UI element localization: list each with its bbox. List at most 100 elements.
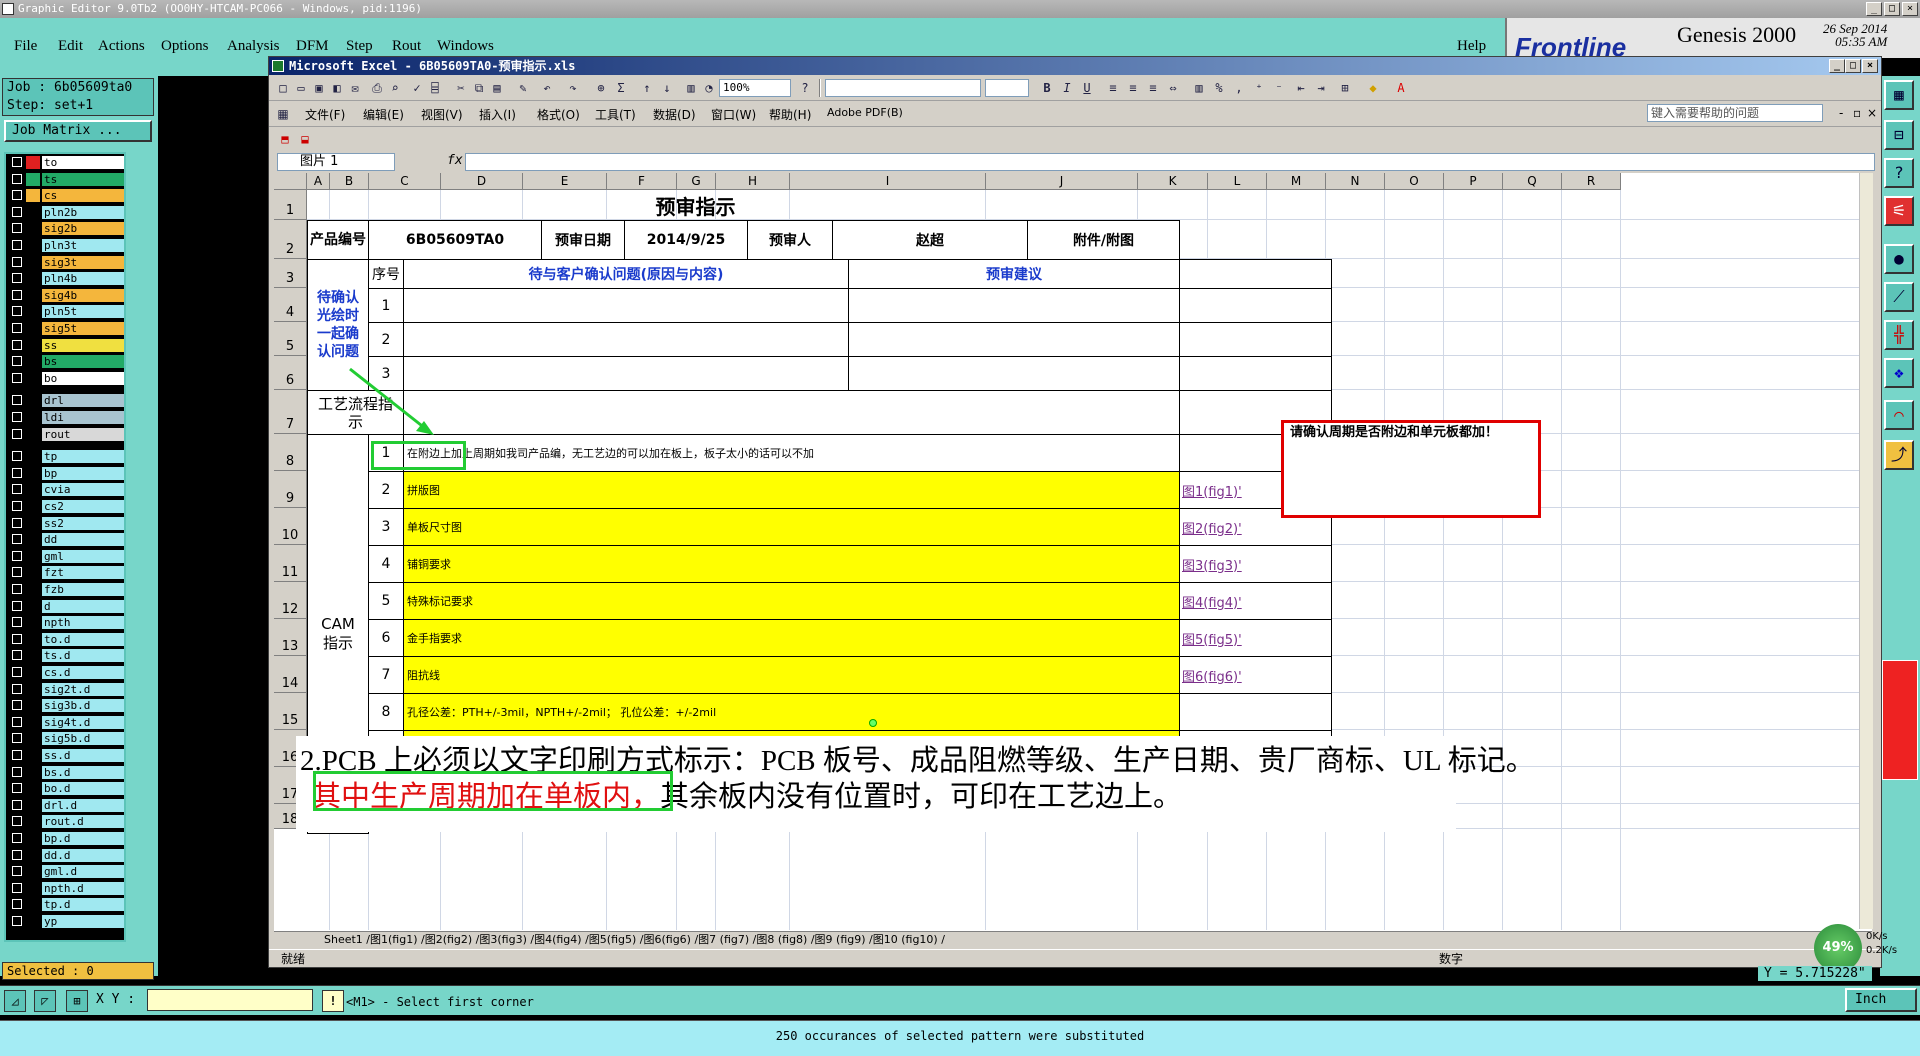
layer-checkbox[interactable] <box>12 484 22 495</box>
column-header[interactable]: L <box>1208 173 1267 190</box>
layer-checkbox[interactable] <box>12 501 22 511</box>
menu-file[interactable]: File <box>14 38 37 55</box>
job-matrix-button[interactable]: Job Matrix ... <box>4 120 152 142</box>
doc-restore-button[interactable]: ▫ <box>1853 106 1861 120</box>
layer-name[interactable]: gml.d <box>42 865 124 879</box>
layer-name[interactable]: bp.d <box>42 832 124 845</box>
process-content[interactable] <box>403 390 1180 435</box>
new-icon[interactable]: □ <box>275 80 291 96</box>
layer-name[interactable]: to.d <box>42 632 124 646</box>
layer-name[interactable]: cs <box>42 189 124 203</box>
xl-menu-tools[interactable]: 工具(T) <box>595 106 636 123</box>
layer-color-swatch[interactable] <box>26 239 40 252</box>
layer-name[interactable]: bo.d <box>42 782 124 796</box>
layer-row[interactable]: gml.d <box>8 865 126 879</box>
layer-color-swatch[interactable] <box>26 450 40 464</box>
xl-menu-adobe-pdf[interactable]: Adobe PDF(B) <box>827 106 903 119</box>
layer-row[interactable]: ss.d <box>8 749 126 762</box>
row-header[interactable]: 8 <box>274 434 307 471</box>
layer-color-swatch[interactable] <box>26 322 40 335</box>
layer-name[interactable]: ss2 <box>42 516 124 530</box>
layer-row[interactable]: pln2b <box>8 205 126 219</box>
layer-checkbox[interactable] <box>12 339 22 350</box>
layer-checkbox[interactable] <box>12 617 22 628</box>
layer-name[interactable]: fzb <box>42 583 124 596</box>
pending-attachment-1[interactable] <box>1179 288 1332 323</box>
column-header[interactable]: Q <box>1503 173 1562 190</box>
layer-checkbox[interactable] <box>12 799 22 810</box>
layout-icon[interactable]: ▦ <box>1884 80 1914 110</box>
row-header[interactable]: 6 <box>274 356 307 390</box>
layer-color-swatch[interactable] <box>26 189 40 203</box>
menu-help[interactable]: Help <box>1457 38 1486 55</box>
layer-name[interactable]: sig3t <box>42 255 124 269</box>
cam-item-link[interactable]: 图3(fig3)' <box>1179 545 1332 583</box>
cell-comment[interactable]: 请确认周期是否附边和单元板都加！ <box>1281 420 1541 518</box>
layer-name[interactable]: drl.d <box>42 798 124 812</box>
layer-color-swatch[interactable] <box>26 156 40 169</box>
layer-row[interactable]: bp <box>8 466 126 480</box>
excel-help-icon[interactable]: ? <box>797 80 813 96</box>
layer-checkbox[interactable] <box>12 206 22 217</box>
info-icon[interactable]: ! <box>322 990 344 1012</box>
font-name-select[interactable] <box>825 79 981 97</box>
xl-menu-file[interactable]: 文件(F) <box>305 106 345 123</box>
copy-icon[interactable]: ⧉ <box>471 80 487 96</box>
layer-row[interactable]: fzt <box>8 566 126 580</box>
layer-checkbox[interactable] <box>12 584 22 594</box>
layer-row[interactable]: to.d <box>8 632 126 646</box>
layer-color-swatch[interactable] <box>26 427 40 441</box>
increase-decimal-icon[interactable]: ⁺ <box>1251 80 1267 96</box>
xl-menu-help[interactable]: 帮助(H) <box>769 106 811 123</box>
layer-color-swatch[interactable] <box>26 394 40 408</box>
layer-row[interactable]: fzb <box>8 583 126 596</box>
layer-name[interactable]: sig3b.d <box>42 699 124 713</box>
layer-color-swatch[interactable] <box>26 765 40 779</box>
cut-icon[interactable]: ✂ <box>453 80 469 96</box>
layer-color-swatch[interactable] <box>26 682 40 696</box>
permission-icon[interactable]: ◧ <box>329 80 345 96</box>
layer-row[interactable]: pln4b <box>8 272 126 286</box>
layer-color-swatch[interactable] <box>26 815 40 829</box>
pdf-email-icon[interactable]: ⬓ <box>297 131 313 147</box>
layer-color-swatch[interactable] <box>26 371 40 385</box>
layer-checkbox[interactable] <box>12 783 22 794</box>
layer-checkbox[interactable] <box>12 223 22 234</box>
layer-row[interactable]: bp.d <box>8 832 126 845</box>
layer-name[interactable]: bo <box>42 371 124 385</box>
xl-menu-view[interactable]: 视图(V) <box>421 106 463 123</box>
layer-name[interactable]: to <box>42 156 124 169</box>
layer-checkbox[interactable] <box>12 633 22 644</box>
layer-color-swatch[interactable] <box>26 616 40 630</box>
pdf-convert-icon[interactable]: ⬒ <box>277 131 293 147</box>
column-header[interactable]: N <box>1326 173 1385 190</box>
layer-color-swatch[interactable] <box>26 848 40 862</box>
layer-checkbox[interactable] <box>12 173 22 184</box>
layer-row[interactable]: sig3t <box>8 255 126 269</box>
select-all-corner[interactable] <box>274 173 307 190</box>
layer-checkbox[interactable] <box>12 323 22 333</box>
layer-row[interactable]: npth.d <box>8 881 126 895</box>
layer-name[interactable]: ss <box>42 338 124 352</box>
zoom-select[interactable]: 100% <box>719 79 791 97</box>
layer-checkbox[interactable] <box>12 750 22 760</box>
layer-color-swatch[interactable] <box>26 599 40 613</box>
layer-name[interactable]: ldi <box>42 411 124 424</box>
autosum-icon[interactable]: Σ <box>613 80 629 96</box>
layer-name[interactable]: sig2b <box>42 222 124 236</box>
layer-checkbox[interactable] <box>12 356 22 367</box>
layer-row[interactable]: sig5b.d <box>8 732 126 746</box>
print-icon[interactable]: ⎙ <box>369 80 385 96</box>
layer-name[interactable]: cs.d <box>42 666 124 679</box>
layer-checkbox[interactable] <box>12 289 22 300</box>
decrease-indent-icon[interactable]: ⇤ <box>1293 80 1309 96</box>
excel-close-button[interactable]: × <box>1862 59 1878 73</box>
italic-icon[interactable]: I <box>1059 80 1075 96</box>
layer-color-swatch[interactable] <box>26 782 40 796</box>
layer-name[interactable]: ss.d <box>42 749 124 762</box>
row-header[interactable]: 13 <box>274 619 307 656</box>
layer-checkbox[interactable] <box>12 306 22 317</box>
layer-name[interactable]: pln5t <box>42 305 124 319</box>
layer-checkbox[interactable] <box>12 899 22 910</box>
layer-color-swatch[interactable] <box>26 288 40 302</box>
